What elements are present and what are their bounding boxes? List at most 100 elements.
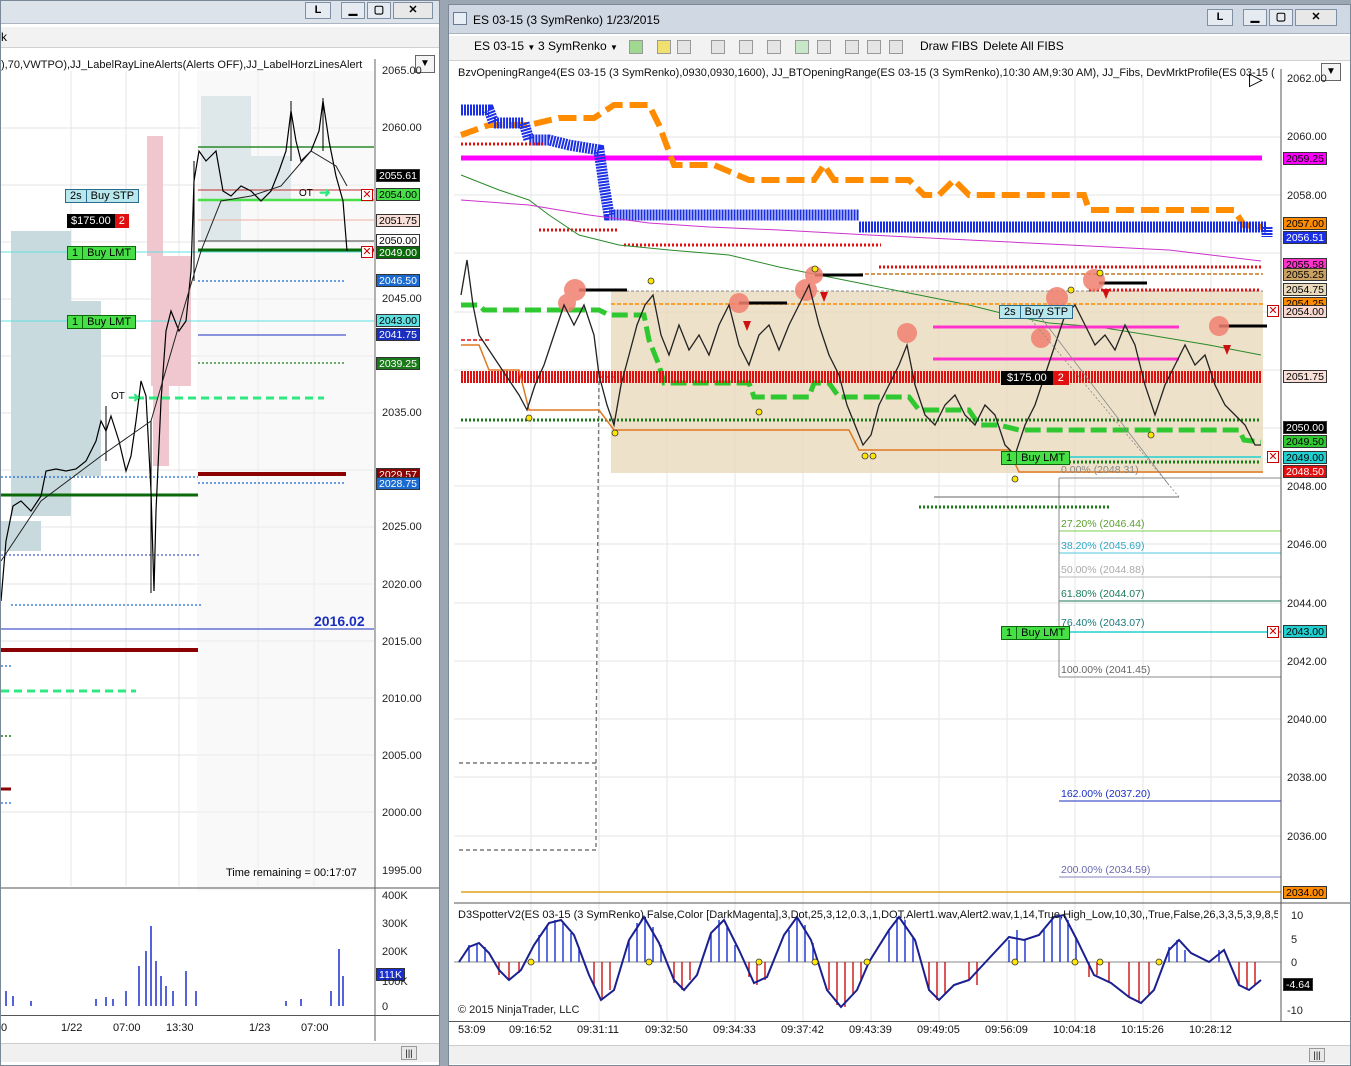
scroll-grip-icon[interactable]: ||| bbox=[1309, 1048, 1325, 1062]
axis-label: 2065.00 bbox=[382, 65, 422, 77]
oscillator-indicator-line: D3SpotterV2(ES 03-15 (3 SymRenko),False,… bbox=[458, 909, 1278, 921]
pnl-value: $175.00 bbox=[1001, 371, 1053, 385]
axis-label: 2046.00 bbox=[1287, 539, 1327, 551]
price-tag: 2028.75 bbox=[376, 477, 420, 490]
osc-axis-label: 0 bbox=[1291, 957, 1298, 969]
time-label: 13:30 bbox=[166, 1022, 194, 1034]
ot-label: OT bbox=[299, 188, 313, 199]
price-tag: 2051.75 bbox=[376, 214, 420, 227]
axis-label: 1995.00 bbox=[382, 865, 422, 877]
axis-label: 2048.00 bbox=[1287, 481, 1327, 493]
axis-label: 2000.00 bbox=[382, 807, 422, 819]
price-tag: 2048.50 bbox=[1283, 465, 1327, 478]
time-label: 10:28:12 bbox=[1189, 1024, 1232, 1036]
axis-label: 2040.00 bbox=[1287, 714, 1327, 726]
pnl-qty: 2 bbox=[1052, 371, 1069, 385]
time-label: 09:49:05 bbox=[917, 1024, 960, 1036]
price-tag: 2049.00 bbox=[1283, 451, 1327, 464]
axis-label: 2044.00 bbox=[1287, 598, 1327, 610]
axis-label: 2025.00 bbox=[382, 521, 422, 533]
cancel-order-icon[interactable]: ✕ bbox=[1267, 305, 1279, 317]
cancel-order-icon[interactable]: ✕ bbox=[361, 246, 373, 258]
axis-label: 2015.00 bbox=[382, 636, 422, 648]
position-pnl[interactable]: $175.00 2 bbox=[1001, 371, 1069, 385]
osc-value-tag: -4.64 bbox=[1283, 978, 1313, 991]
volume-axis-label: 300K bbox=[382, 918, 408, 930]
buy-limit-order[interactable]: 1 Buy LMT bbox=[67, 246, 137, 260]
price-tag: 2059.25 bbox=[1283, 152, 1327, 165]
fib-label: 38.20% (2045.69) bbox=[1061, 540, 1145, 552]
fib-label: 27.20% (2046.44) bbox=[1061, 518, 1145, 530]
left-price-chart bbox=[1, 59, 439, 1041]
volume-axis-label: 0 bbox=[382, 1001, 389, 1013]
left-chart-window: L ▁ ▢ ✕ k ),70,VWTPO),JJ_LabelRayLineAle… bbox=[0, 0, 440, 1066]
time-label: 07:00 bbox=[113, 1022, 141, 1034]
ot-label: OT bbox=[111, 391, 125, 402]
time-label: 1/23 bbox=[249, 1022, 271, 1034]
left-time-axis: 0 1/22 07:00 13:30 1/23 07:00 bbox=[1, 1015, 439, 1042]
time-label: 09:31:11 bbox=[577, 1024, 620, 1036]
price-tag: 2054.00 bbox=[376, 188, 420, 201]
buy-limit-order[interactable]: 1 Buy LMT bbox=[1001, 451, 1071, 465]
time-label: 09:37:42 bbox=[781, 1024, 824, 1036]
right-horizontal-scrollbar[interactable]: ||| bbox=[449, 1045, 1350, 1064]
buy-stop-order[interactable]: 2s Buy STP bbox=[65, 189, 140, 203]
cancel-order-icon[interactable]: ✕ bbox=[1267, 626, 1279, 638]
time-label: 09:34:33 bbox=[713, 1024, 756, 1036]
price-tag: 2049.00 bbox=[376, 246, 420, 259]
level-label: 2016.02 bbox=[314, 613, 365, 629]
volume-axis-label: 200K bbox=[382, 946, 408, 958]
price-tag: 2043.00 bbox=[1283, 625, 1327, 638]
scroll-grip-icon[interactable]: ||| bbox=[401, 1046, 417, 1060]
axis-label: 2005.00 bbox=[382, 750, 422, 762]
arrow-right-icon: ➜ bbox=[128, 389, 140, 405]
time-label: 1/22 bbox=[61, 1022, 83, 1034]
cursor-play-icon: ▷ bbox=[1249, 69, 1263, 89]
axis-label: 2035.00 bbox=[382, 407, 422, 419]
arrow-right-icon: ➜ bbox=[319, 184, 331, 200]
fib-label: 100.00% (2041.45) bbox=[1061, 664, 1151, 676]
axis-label: 2058.00 bbox=[1287, 190, 1327, 202]
price-tag: 2054.75 bbox=[1283, 283, 1327, 296]
right-price-chart bbox=[454, 69, 1350, 1021]
price-tag: 2043.00 bbox=[376, 314, 420, 327]
time-label: 09:56:09 bbox=[985, 1024, 1028, 1036]
position-pnl[interactable]: $175.00 2 bbox=[67, 214, 129, 228]
fib-label: 76.40% (2043.07) bbox=[1061, 617, 1145, 629]
volume-axis-label: 100K bbox=[382, 976, 408, 988]
axis-label: 2045.00 bbox=[382, 293, 422, 305]
osc-axis-label: -10 bbox=[1287, 1005, 1303, 1017]
cancel-order-icon[interactable]: ✕ bbox=[361, 189, 373, 201]
axis-label: 2038.00 bbox=[1287, 772, 1327, 784]
price-tag: 2057.00 bbox=[1283, 217, 1327, 230]
right-time-axis: 53:09 09:16:52 09:31:11 09:32:50 09:34:3… bbox=[449, 1021, 1350, 1044]
time-label: 07:00 bbox=[301, 1022, 329, 1034]
volume-axis-label: 400K bbox=[382, 890, 408, 902]
axis-label: 2010.00 bbox=[382, 693, 422, 705]
axis-label: 2062.00 bbox=[1287, 73, 1327, 85]
last-price-tag: 2050.00 bbox=[1283, 421, 1327, 434]
left-horizontal-scrollbar[interactable]: ||| bbox=[1, 1043, 439, 1062]
fib-label: 50.00% (2044.88) bbox=[1061, 564, 1145, 576]
copyright: © 2015 NinjaTrader, LLC bbox=[458, 1004, 580, 1016]
price-tag: 2049.50 bbox=[1283, 435, 1327, 448]
cancel-order-icon[interactable]: ✕ bbox=[1267, 451, 1279, 463]
price-tag: 2051.75 bbox=[1283, 370, 1327, 383]
buy-limit-order[interactable]: 1 Buy LMT bbox=[1001, 626, 1071, 640]
time-label: 09:16:52 bbox=[509, 1024, 552, 1036]
time-label: 09:43:39 bbox=[849, 1024, 892, 1036]
fib-label: 0.00% (2048.31) bbox=[1061, 464, 1139, 476]
price-tag: 2054.00 bbox=[1283, 305, 1327, 318]
price-tag: 2034.00 bbox=[1283, 886, 1327, 899]
time-label: 10:04:18 bbox=[1053, 1024, 1096, 1036]
price-tag: 2056.51 bbox=[1283, 231, 1327, 244]
price-tag: 2046.50 bbox=[376, 274, 420, 287]
fib-label: 162.00% (2037.20) bbox=[1061, 788, 1151, 800]
buy-stop-order[interactable]: 2s Buy STP bbox=[999, 305, 1074, 319]
buy-limit-order[interactable]: 1 Buy LMT bbox=[67, 315, 137, 329]
pnl-value: $175.00 bbox=[67, 214, 115, 228]
time-remaining: Time remaining = 00:17:07 bbox=[226, 867, 357, 879]
price-tag: 2055.25 bbox=[1283, 268, 1327, 281]
osc-axis-label: 10 bbox=[1291, 910, 1304, 922]
axis-label: 2060.00 bbox=[1287, 131, 1327, 143]
